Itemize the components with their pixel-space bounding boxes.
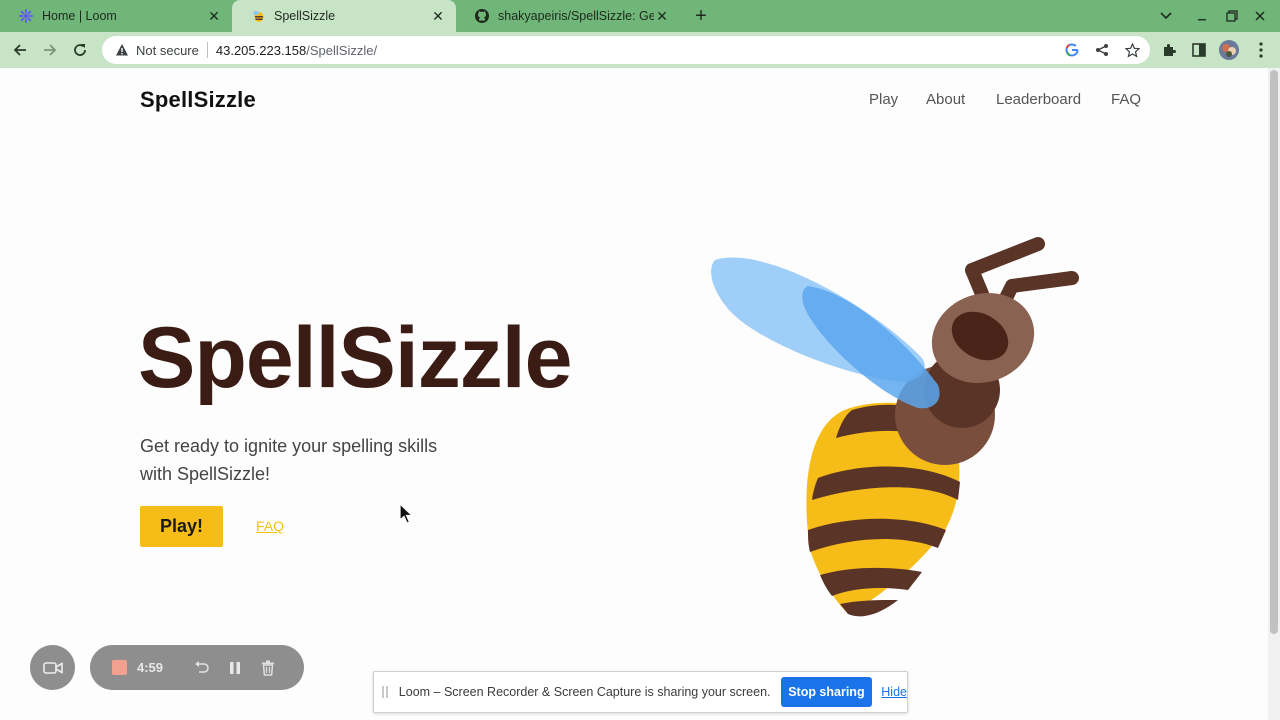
loom-camera-button[interactable] bbox=[30, 645, 75, 690]
browser-window: Home | Loom ✕ SpellSizzle ✕ shakyapeiris… bbox=[0, 0, 1280, 720]
browser-toolbar: Not secure 43.205.223.158/SpellSizzle/ bbox=[0, 32, 1280, 68]
tab-spellsizzle[interactable]: SpellSizzle ✕ bbox=[232, 0, 456, 32]
tab-strip: Home | Loom ✕ SpellSizzle ✕ shakyapeiris… bbox=[0, 0, 1280, 32]
pause-icon[interactable] bbox=[223, 656, 247, 680]
tab-title: shakyapeiris/SpellSizzle: Get bbox=[498, 9, 654, 23]
stop-recording-button[interactable] bbox=[112, 660, 127, 675]
menu-kebab-icon[interactable] bbox=[1251, 40, 1271, 60]
nav-link-leaderboard[interactable]: Leaderboard bbox=[996, 91, 1081, 108]
tab-github[interactable]: shakyapeiris/SpellSizzle: Get ✕ bbox=[456, 0, 680, 32]
reload-icon[interactable] bbox=[68, 38, 92, 62]
extensions-icon[interactable] bbox=[1159, 40, 1179, 60]
hero-faq-link[interactable]: FAQ bbox=[256, 518, 284, 534]
nav-link-faq[interactable]: FAQ bbox=[1111, 91, 1141, 108]
nav-link-about[interactable]: About bbox=[926, 91, 965, 108]
restart-icon[interactable] bbox=[190, 656, 214, 680]
hero-title: SpellSizzle bbox=[138, 310, 572, 406]
forward-icon[interactable] bbox=[38, 38, 62, 62]
tab-title: SpellSizzle bbox=[274, 9, 336, 23]
trash-icon[interactable] bbox=[256, 656, 280, 680]
scrollbar-thumb[interactable] bbox=[1270, 70, 1278, 634]
github-icon bbox=[474, 8, 490, 24]
restore-icon[interactable] bbox=[1222, 6, 1242, 26]
security-label[interactable]: Not secure bbox=[136, 43, 199, 58]
url-path: /SpellSizzle/ bbox=[306, 42, 378, 58]
bee-icon bbox=[250, 8, 266, 24]
nav-link-play[interactable]: Play bbox=[869, 91, 898, 108]
tab-title: Home | Loom bbox=[42, 9, 117, 23]
url-text[interactable]: 43.205.223.158/SpellSizzle/ bbox=[216, 43, 377, 58]
minimize-icon[interactable] bbox=[1192, 6, 1212, 26]
close-window-icon[interactable] bbox=[1250, 6, 1270, 26]
tab-search-icon[interactable] bbox=[1156, 6, 1176, 26]
bookmark-star-icon[interactable] bbox=[1124, 42, 1140, 58]
profile-avatar[interactable] bbox=[1219, 40, 1239, 60]
drag-handle-icon[interactable] bbox=[382, 686, 388, 698]
close-icon[interactable]: ✕ bbox=[206, 8, 222, 24]
play-button[interactable]: Play! bbox=[140, 506, 223, 547]
sharing-message: Loom – Screen Recorder & Screen Capture … bbox=[398, 685, 771, 699]
loom-icon bbox=[18, 8, 34, 24]
share-icon[interactable] bbox=[1094, 42, 1110, 58]
side-panel-icon[interactable] bbox=[1189, 40, 1209, 60]
close-icon[interactable]: ✕ bbox=[430, 8, 446, 24]
warning-icon[interactable] bbox=[114, 42, 130, 58]
tab-loom-home[interactable]: Home | Loom ✕ bbox=[0, 0, 232, 32]
screen-sharing-infobar: Loom – Screen Recorder & Screen Capture … bbox=[373, 671, 908, 713]
hide-link[interactable]: Hide bbox=[881, 685, 907, 699]
url-host: 43.205.223.158 bbox=[215, 42, 307, 58]
page-scrollbar[interactable] bbox=[1268, 68, 1280, 720]
new-tab-button[interactable]: + bbox=[690, 4, 712, 28]
recording-timer: 4:59 bbox=[137, 660, 164, 675]
hero-subtitle: Get ready to ignite your spelling skills… bbox=[140, 436, 438, 484]
back-icon[interactable] bbox=[8, 38, 32, 62]
camera-icon bbox=[42, 661, 63, 674]
site-logo[interactable]: SpellSizzle bbox=[140, 87, 256, 113]
address-divider bbox=[206, 42, 208, 58]
mouse-cursor-icon bbox=[399, 503, 414, 524]
address-bar[interactable]: Not secure 43.205.223.158/SpellSizzle/ bbox=[102, 36, 1150, 64]
close-icon[interactable]: ✕ bbox=[654, 8, 670, 24]
bee-illustration bbox=[711, 237, 1079, 617]
loom-control-bar: 4:59 bbox=[90, 645, 304, 690]
google-lens-icon[interactable] bbox=[1064, 42, 1080, 58]
stop-sharing-button[interactable]: Stop sharing bbox=[780, 677, 873, 707]
